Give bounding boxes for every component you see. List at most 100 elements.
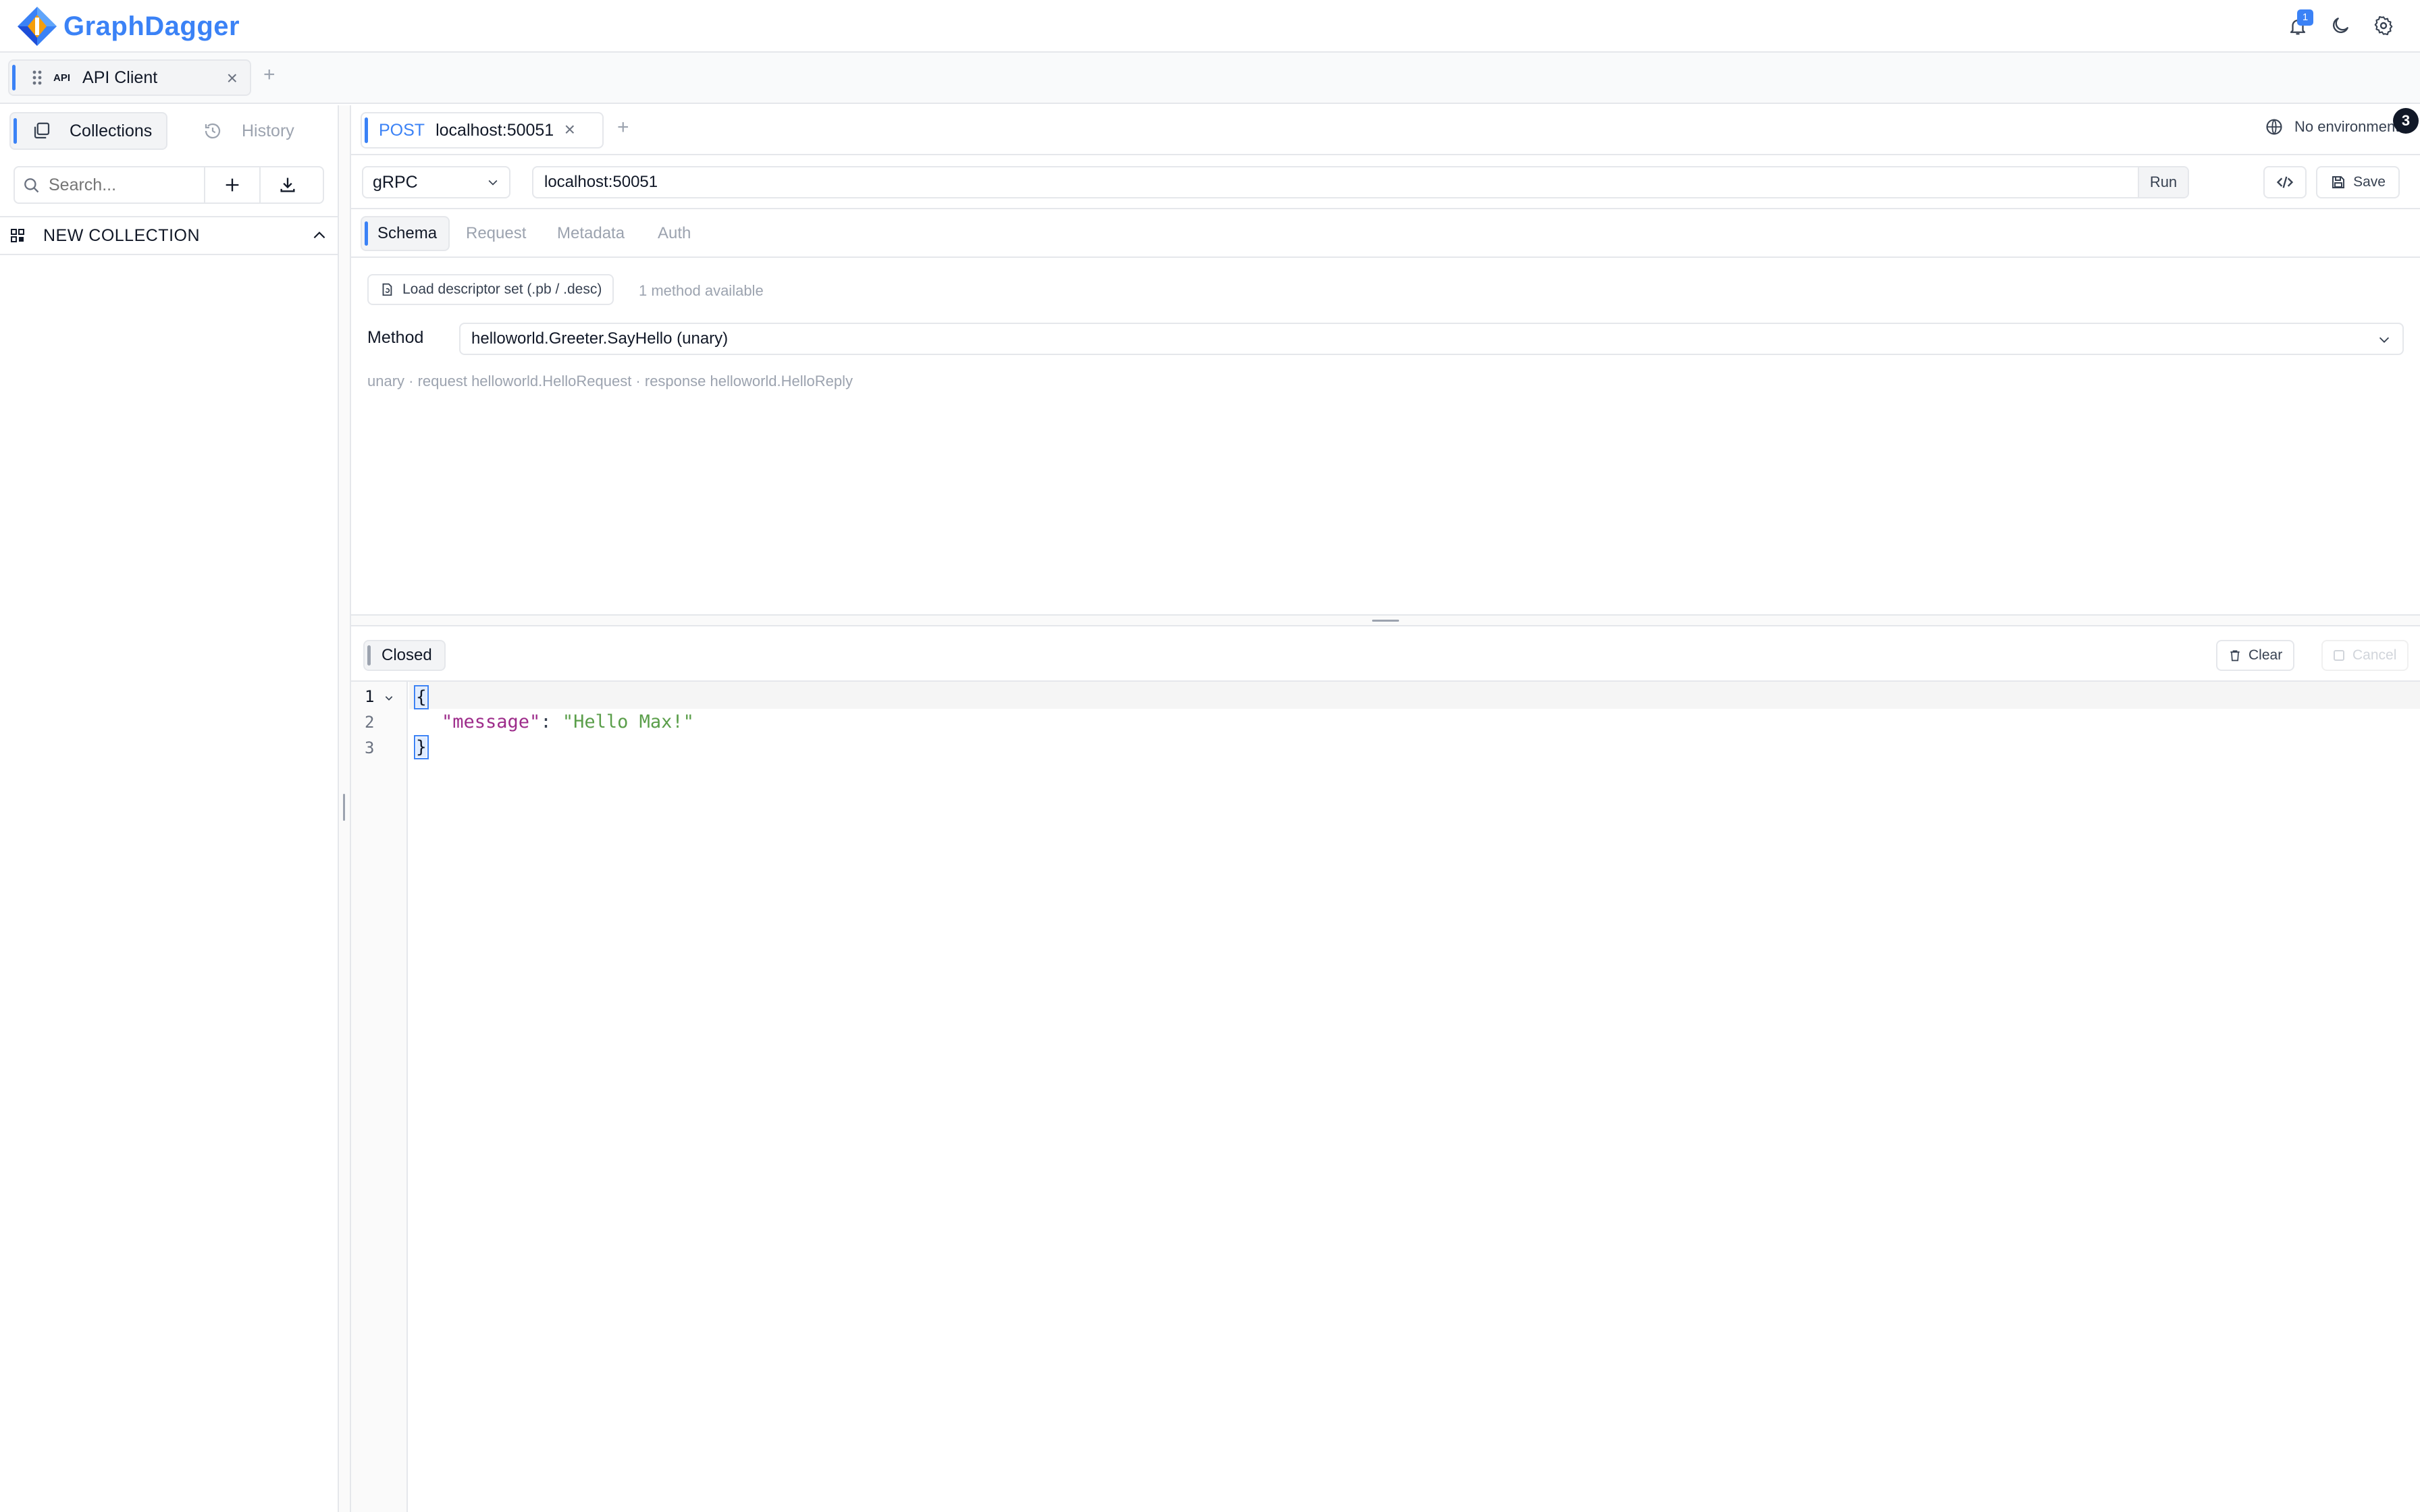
cancel-button[interactable]: Cancel (2321, 640, 2409, 671)
save-button[interactable]: Save (2316, 166, 2400, 198)
drag-handle-icon[interactable] (30, 68, 44, 87)
json-string: "Hello Max!" (562, 711, 694, 732)
plus-icon (226, 178, 239, 192)
active-line-highlight (409, 682, 2420, 709)
import-button[interactable] (259, 167, 315, 202)
methods-available-text: 1 method available (639, 282, 764, 299)
response-viewer[interactable]: 1 { 2 "message": "Hello Max!" 3 } (351, 682, 2420, 1512)
request-bar: gRPC Run Save (351, 155, 2420, 209)
connection-status: Closed (363, 640, 446, 671)
close-icon[interactable]: × (564, 119, 575, 140)
environment-selector[interactable]: No environment (2265, 117, 2399, 136)
trash-icon (2230, 650, 2240, 662)
collection-grid-icon (11, 229, 24, 242)
chevron-down-icon (2379, 337, 2390, 343)
window-tab-label: API Client (82, 68, 158, 87)
resize-grip-icon[interactable] (343, 794, 345, 821)
json-open-brace: { (414, 685, 429, 709)
run-button[interactable]: Run (2138, 167, 2188, 197)
moon-icon (2333, 18, 2348, 33)
active-indicator (12, 65, 16, 90)
clear-button[interactable]: Clear (2216, 640, 2295, 671)
code-icon (2276, 176, 2294, 188)
method-select-value: helloworld.Greeter.SayHello (unary) (471, 329, 729, 348)
request-sub-tabs: Schema Request Metadata Auth (351, 209, 2420, 258)
search-row (14, 166, 324, 204)
tab-schema[interactable]: Schema (361, 216, 450, 251)
gear-icon (2374, 16, 2393, 36)
file-refresh-icon (382, 283, 392, 296)
line-number: 2 (365, 713, 375, 732)
request-tab-url: localhost:50051 (436, 120, 554, 140)
chevron-up-icon[interactable] (311, 227, 328, 244)
url-input-group: Run (532, 166, 2189, 198)
panel-resize-handle[interactable] (351, 614, 2420, 626)
app-name: GraphDagger (63, 11, 240, 41)
load-descriptor-label: Load descriptor set (.pb / .desc) (402, 281, 602, 297)
line-gutter (351, 682, 408, 1512)
method-label: Method (367, 328, 424, 347)
line-number: 1 (365, 687, 375, 706)
json-close-brace: } (414, 735, 429, 759)
add-window-tab-button[interactable]: + (263, 63, 275, 86)
resize-grip-icon[interactable] (1372, 620, 1399, 622)
environment-badge: 3 (2393, 108, 2419, 134)
window-tab-strip: API API Client × + (0, 53, 2420, 104)
history-icon (205, 123, 221, 139)
app-logo: GraphDagger (16, 5, 240, 47)
load-descriptor-button[interactable]: Load descriptor set (.pb / .desc) (367, 274, 614, 305)
api-badge-icon: API (53, 72, 71, 84)
window-tab-api-client[interactable]: API API Client × (8, 59, 251, 96)
json-colon: : (540, 711, 562, 732)
tab-metadata[interactable]: Metadata (557, 224, 625, 243)
stop-icon (2334, 650, 2344, 661)
save-label: Save (2353, 174, 2386, 190)
settings-button[interactable] (2373, 15, 2394, 36)
request-tab-row: POST localhost:50051 × + No environment … (351, 105, 2420, 155)
status-label: Closed (382, 646, 432, 664)
tab-auth[interactable]: Auth (658, 224, 691, 243)
graphdagger-logo-icon (18, 7, 57, 46)
collections-icon (34, 122, 50, 139)
sidebar-tab-history[interactable]: History (203, 112, 294, 150)
method-info-text: unary · request helloworld.HelloRequest … (367, 373, 853, 389)
main-panel: POST localhost:50051 × + No environment … (351, 105, 2420, 1512)
search-input[interactable] (49, 175, 204, 195)
line-number: 3 (365, 738, 375, 757)
json-line: "message": "Hello Max!" (442, 711, 694, 732)
url-input[interactable] (544, 173, 2124, 192)
add-collection-button[interactable] (204, 167, 259, 202)
sidebar-tab-label: Collections (70, 121, 153, 140)
protocol-select[interactable]: gRPC (362, 166, 510, 198)
close-icon[interactable]: × (227, 68, 238, 89)
sidebar-tab-collections[interactable]: Collections (9, 112, 167, 150)
collection-name: NEW COLLECTION (43, 225, 201, 245)
json-key: "message" (442, 711, 541, 732)
protocol-value: gRPC (373, 172, 418, 192)
method-select[interactable]: helloworld.Greeter.SayHello (unary) (459, 323, 2404, 355)
code-snippet-button[interactable] (2263, 166, 2307, 198)
cancel-label: Cancel (2352, 647, 2397, 663)
environment-label: No environment (2294, 118, 2400, 135)
tab-label: Schema (377, 224, 438, 242)
notifications-button[interactable]: 1 (2288, 9, 2313, 38)
chevron-down-icon (488, 180, 498, 186)
sidebar: Collections History Search... NEW COLLEC… (0, 105, 339, 1512)
request-method: POST (379, 120, 425, 140)
request-tab[interactable]: POST localhost:50051 × (361, 112, 604, 148)
clear-label: Clear (2248, 647, 2283, 663)
sidebar-tab-label: History (242, 121, 294, 140)
collection-item[interactable]: NEW COLLECTION (0, 216, 338, 255)
save-icon (2332, 176, 2345, 188)
add-request-tab-button[interactable]: + (617, 116, 629, 139)
theme-toggle-button[interactable] (2330, 15, 2351, 36)
response-toolbar: Closed Clear Cancel (351, 626, 2420, 682)
sidebar-resize-handle[interactable] (339, 105, 351, 1512)
globe-icon (2266, 119, 2282, 135)
download-icon (280, 178, 295, 192)
tab-request[interactable]: Request (466, 224, 526, 243)
top-bar: GraphDagger 1 (0, 0, 2420, 53)
notification-badge: 1 (2297, 9, 2313, 26)
fold-chevron-icon[interactable] (384, 693, 394, 703)
search-icon (24, 178, 39, 193)
